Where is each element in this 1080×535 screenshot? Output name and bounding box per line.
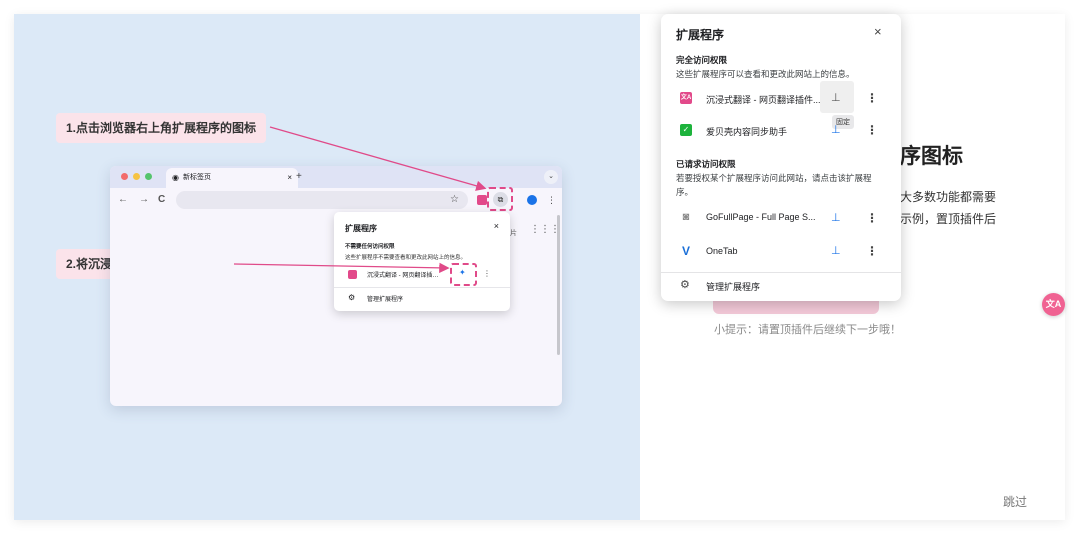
next-button[interactable] xyxy=(713,299,879,314)
more-icon: ⋮ xyxy=(547,195,556,205)
skip-button[interactable]: 跳过 xyxy=(1003,493,1027,510)
pin-highlight xyxy=(450,263,477,286)
mini-extensions-popup: 扩展程序 × 不需要任何访问权限 这些扩展程序不需要查看和更改此网站上的信息。 … xyxy=(334,212,510,311)
mini-ext-name: 沉浸式翻译 - 网页翻译插… xyxy=(367,273,439,279)
globe-icon: ◉ xyxy=(172,173,179,182)
pin-icon[interactable]: ⊥ xyxy=(831,91,841,105)
mini-popup-section: 不需要任何访问权限 xyxy=(345,244,395,250)
extension-name[interactable]: 爱贝壳内容同步助手 xyxy=(706,125,787,138)
more-icon: ⋮ xyxy=(483,269,491,278)
guide-heading: 序图标 xyxy=(900,145,963,168)
mini-scrollbar xyxy=(557,215,560,355)
requested-access-heading: 已请求访问权限 xyxy=(676,159,736,169)
chevron-down-icon: ⌄ xyxy=(544,170,558,184)
mini-popup-desc: 这些扩展程序不需要查看和更改此网站上的信息。 xyxy=(345,255,467,261)
avatar xyxy=(527,195,537,205)
manage-extensions-link[interactable]: 管理扩展程序 xyxy=(706,280,760,293)
close-icon: × xyxy=(493,221,499,231)
requested-access-desc: 若要授权某个扩展程序访问此网站，请点击该扩展程 xyxy=(676,173,872,183)
more-icon[interactable]: ⋮ xyxy=(866,211,878,225)
mini-manage-label: 管理扩展程序 xyxy=(367,297,404,303)
full-access-heading: 完全访问权限 xyxy=(676,55,728,65)
gear-icon: ⚙ xyxy=(348,293,356,302)
window-close-dot xyxy=(121,173,128,180)
back-icon: ← xyxy=(118,194,128,205)
step1-callout: 1.点击浏览器右上角扩展程序的图标 xyxy=(56,113,267,143)
camera-icon: ◙ xyxy=(680,211,692,223)
full-access-desc: 这些扩展程序可以查看和更改此网站上的信息。 xyxy=(676,69,855,79)
guide-text-line2: 示例，置顶插件后 xyxy=(900,212,997,226)
reload-icon: C xyxy=(158,194,166,205)
window-minimize-dot xyxy=(133,173,140,180)
more-icon[interactable]: ⋮ xyxy=(866,123,878,137)
extension-name[interactable]: GoFullPage - Full Page S... xyxy=(706,212,816,222)
mini-tab-title: 新标签页 xyxy=(183,174,211,181)
onetab-icon: V xyxy=(680,244,692,258)
gear-icon: ⚙ xyxy=(680,279,690,291)
unpin-icon[interactable]: ⊥ xyxy=(831,211,841,225)
more-icon[interactable]: ⋮ xyxy=(866,91,878,105)
puzzle-highlight xyxy=(487,187,513,211)
forward-icon: → xyxy=(139,194,149,205)
unpin-icon[interactable]: ⊥ xyxy=(831,123,841,137)
mini-page-chip: 片 xyxy=(510,230,517,237)
check-ext-icon: ✓ xyxy=(680,124,692,136)
window-zoom-dot xyxy=(145,173,152,180)
more-icon[interactable]: ⋮ xyxy=(866,244,878,258)
extension-name[interactable]: OneTab xyxy=(706,246,738,256)
translate-ext-icon xyxy=(348,270,357,279)
new-tab-icon: + xyxy=(296,171,302,182)
translate-ext-icon xyxy=(477,195,487,205)
mini-omnibox xyxy=(176,191,468,209)
close-icon[interactable]: × xyxy=(874,24,882,39)
apps-grid-icon: ⋮⋮⋮ xyxy=(530,224,560,235)
tip-text: 小提示：请置顶插件后继续下一步哦！ xyxy=(714,324,901,336)
star-icon: ☆ xyxy=(450,194,459,205)
extensions-popup: 扩展程序 × 完全访问权限 这些扩展程序可以查看和更改此网站上的信息。 文A 沉… xyxy=(661,14,901,301)
popup-title: 扩展程序 xyxy=(676,28,725,42)
unpin-icon[interactable]: ⊥ xyxy=(831,244,841,258)
divider xyxy=(661,272,901,273)
floating-translate-button[interactable]: 文A xyxy=(1042,293,1065,316)
mini-tab: ◉ 新标签页 × xyxy=(166,168,298,188)
mini-tabbar: ◉ 新标签页 × + ⌄ xyxy=(110,166,562,188)
guide-text-line1: 大多数功能都需要 xyxy=(900,190,997,204)
translate-ext-icon: 文A xyxy=(680,92,692,104)
mini-popup-title: 扩展程序 xyxy=(345,224,377,233)
divider xyxy=(334,287,510,288)
extension-name[interactable]: 沉浸式翻译 - 网页翻译插件... xyxy=(706,93,821,106)
requested-access-desc-2: 序。 xyxy=(676,187,694,197)
close-icon: × xyxy=(287,173,292,182)
